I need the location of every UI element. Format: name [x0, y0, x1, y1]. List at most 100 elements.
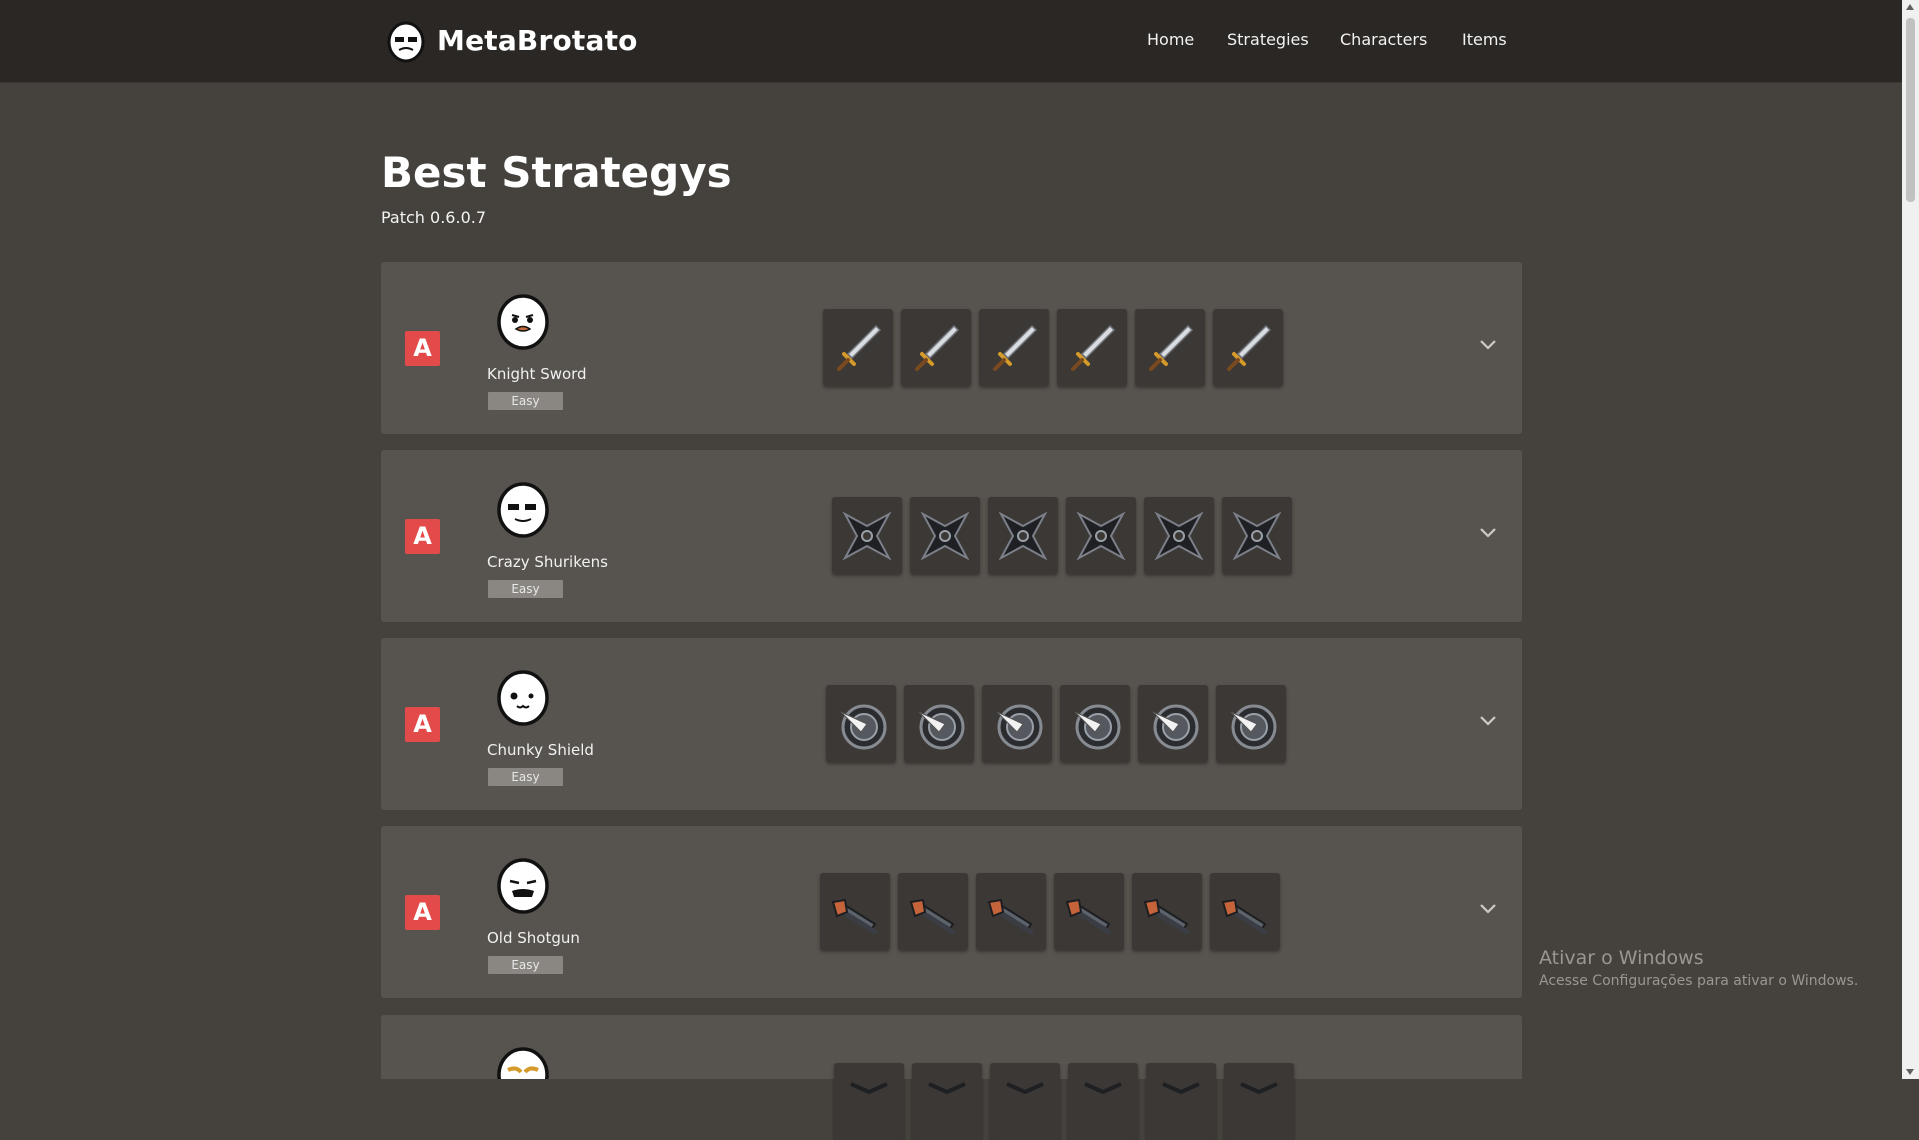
item-slot[interactable]	[910, 497, 980, 574]
watermark-subtitle: Acesse Configurações para ativar o Windo…	[1539, 973, 1859, 989]
nav-characters[interactable]: Characters	[1340, 30, 1427, 49]
scroll-down-arrow-icon[interactable]	[1906, 1069, 1914, 1075]
chevron-down-icon[interactable]	[1479, 339, 1497, 351]
shuriken-icon	[842, 510, 892, 561]
item-slot[interactable]	[834, 1063, 904, 1140]
item-slot[interactable]	[988, 497, 1058, 574]
difficulty-badge: Easy	[488, 956, 563, 974]
item-slot[interactable]	[1210, 873, 1280, 950]
spiked-shield-icon	[996, 704, 1043, 749]
item-build	[834, 1063, 1294, 1140]
item-slot[interactable]	[990, 1063, 1060, 1140]
spiked-shield-icon	[1074, 704, 1121, 749]
item-slot[interactable]	[1054, 873, 1124, 950]
item-icon	[1084, 1081, 1122, 1094]
item-slot[interactable]	[979, 309, 1049, 386]
sword-icon	[1149, 324, 1194, 371]
tier-badge: A	[405, 707, 440, 742]
sword-icon	[1227, 324, 1272, 371]
strategy-card[interactable]: A Crazy Shurikens Easy	[381, 450, 1522, 622]
top-navbar: MetaBrotato Home Strategies Characters I…	[0, 0, 1902, 83]
spiked-shield-icon	[1152, 704, 1199, 749]
watermark-title: Ativar o Windows	[1539, 947, 1704, 969]
item-slot[interactable]	[1216, 685, 1286, 762]
patch-version: Patch 0.6.0.7	[381, 208, 487, 227]
shotgun-icon	[1143, 898, 1190, 934]
nav-items[interactable]: Items	[1462, 30, 1507, 49]
brand[interactable]: MetaBrotato	[385, 17, 638, 63]
spiked-shield-icon	[1230, 704, 1277, 749]
nav-strategies[interactable]: Strategies	[1227, 30, 1309, 49]
item-build	[826, 685, 1286, 762]
shotgun-icon	[909, 898, 956, 934]
shotgun-icon	[831, 898, 878, 934]
brotato-logo-icon	[387, 21, 425, 63]
item-slot[interactable]	[904, 685, 974, 762]
page-title: Best Strategys	[381, 148, 732, 197]
item-slot[interactable]	[1224, 1063, 1294, 1140]
chevron-down-icon[interactable]	[1479, 527, 1497, 539]
item-slot[interactable]	[898, 873, 968, 950]
item-slot[interactable]	[1066, 497, 1136, 574]
shotgun-icon	[987, 898, 1034, 934]
item-icon	[1162, 1081, 1200, 1094]
strategy-card[interactable]	[381, 1015, 1522, 1140]
tier-badge: A	[405, 331, 440, 366]
item-slot[interactable]	[832, 497, 902, 574]
item-slot[interactable]	[1222, 497, 1292, 574]
item-slot[interactable]	[1135, 309, 1205, 386]
item-icon	[1240, 1081, 1278, 1094]
tier-badge: A	[405, 519, 440, 554]
character-avatar-icon	[497, 482, 549, 538]
vertical-scrollbar[interactable]	[1902, 0, 1919, 1079]
item-slot[interactable]	[901, 309, 971, 386]
item-slot[interactable]	[1213, 309, 1283, 386]
character-name: Knight Sword	[487, 365, 587, 383]
shotgun-icon	[1221, 898, 1268, 934]
sword-icon	[993, 324, 1038, 371]
shuriken-icon	[998, 510, 1048, 561]
character-name: Chunky Shield	[487, 741, 594, 759]
spiked-shield-icon	[918, 704, 965, 749]
difficulty-badge: Easy	[488, 768, 563, 786]
item-slot[interactable]	[820, 873, 890, 950]
shotgun-icon	[1065, 898, 1112, 934]
strategy-card[interactable]: A Old Shotgun Easy	[381, 826, 1522, 998]
sword-icon	[837, 324, 882, 371]
shuriken-icon	[1076, 510, 1126, 561]
character-avatar-icon	[497, 670, 549, 726]
item-slot[interactable]	[1060, 685, 1130, 762]
sword-icon	[915, 324, 960, 371]
nav-home[interactable]: Home	[1147, 30, 1194, 49]
windows-activation-watermark: Ativar o Windows Acesse Configurações pa…	[1539, 947, 1858, 989]
item-slot[interactable]	[976, 873, 1046, 950]
scroll-up-arrow-icon[interactable]	[1906, 4, 1914, 10]
difficulty-badge: Easy	[488, 580, 563, 598]
spiked-shield-icon	[840, 704, 887, 749]
item-build	[820, 873, 1280, 950]
item-slot[interactable]	[1132, 873, 1202, 950]
item-slot[interactable]	[823, 309, 893, 386]
chevron-down-icon[interactable]	[1479, 715, 1497, 727]
item-slot[interactable]	[912, 1063, 982, 1140]
item-slot[interactable]	[1138, 685, 1208, 762]
item-build	[823, 309, 1283, 386]
character-name: Old Shotgun	[487, 929, 580, 947]
item-slot[interactable]	[1144, 497, 1214, 574]
strategy-card[interactable]: A Chunky Shield Easy	[381, 638, 1522, 810]
item-slot[interactable]	[982, 685, 1052, 762]
shuriken-icon	[1232, 510, 1282, 561]
scrollbar-thumb[interactable]	[1906, 18, 1915, 202]
item-icon	[1006, 1081, 1044, 1094]
item-build	[832, 497, 1292, 574]
item-slot[interactable]	[1146, 1063, 1216, 1140]
tier-badge: A	[405, 895, 440, 930]
strategy-card[interactable]: A Knight Sword Easy	[381, 262, 1522, 434]
item-slot[interactable]	[1068, 1063, 1138, 1140]
item-icon	[850, 1081, 888, 1094]
item-slot[interactable]	[826, 685, 896, 762]
character-name: Crazy Shurikens	[487, 553, 608, 571]
chevron-down-icon[interactable]	[1479, 903, 1497, 915]
character-avatar-icon	[497, 1047, 549, 1079]
item-slot[interactable]	[1057, 309, 1127, 386]
